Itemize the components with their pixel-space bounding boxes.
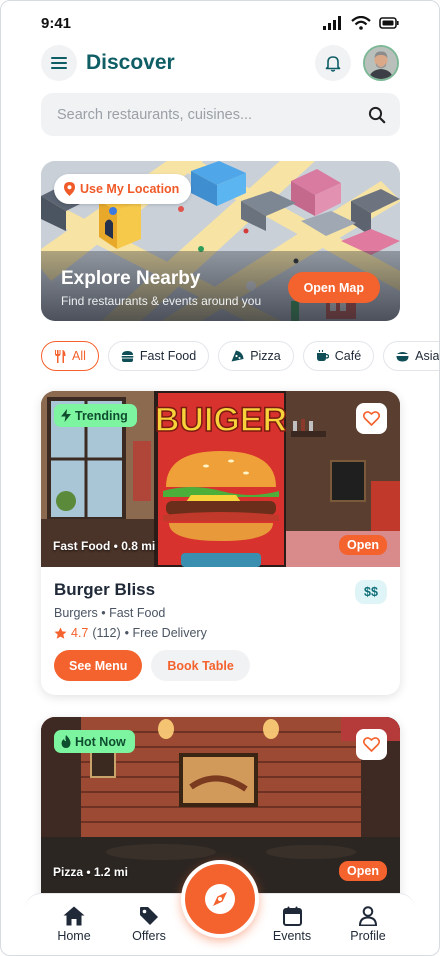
tag-icon xyxy=(140,907,158,925)
app-frame: 9:41 Discover Search restaurants, cuisin… xyxy=(0,0,440,956)
badge-label: Trending xyxy=(75,408,128,423)
star-icon xyxy=(54,627,67,639)
category-chips: All Fast Food Pizza Café Asian xyxy=(41,341,439,371)
nav-offers[interactable]: Offers xyxy=(119,906,179,943)
nav-label: Offers xyxy=(132,929,166,943)
svg-text:BUIGER: BUIGER xyxy=(155,401,287,439)
location-pin-icon xyxy=(64,182,75,196)
flame-icon xyxy=(61,735,71,748)
use-location-label: Use My Location xyxy=(80,182,180,196)
review-count: (112) xyxy=(92,626,121,640)
utensils-icon xyxy=(55,349,66,363)
app-header: Discover xyxy=(41,43,399,83)
status-bar: 9:41 xyxy=(41,11,399,35)
price-badge: $$ xyxy=(355,580,387,604)
rating-value: 4.7 xyxy=(71,626,89,640)
status-time: 9:41 xyxy=(41,14,72,32)
explore-map-card[interactable]: Use My Location Explore Nearby Find rest… xyxy=(41,161,400,321)
chip-all[interactable]: All xyxy=(41,341,99,371)
heart-icon xyxy=(363,737,380,752)
burger-icon xyxy=(121,350,134,362)
nav-home[interactable]: Home xyxy=(44,906,104,943)
chip-label: All xyxy=(72,349,86,363)
chip-label: Pizza xyxy=(250,349,281,363)
hot-now-badge: Hot Now xyxy=(54,730,135,753)
explore-subtitle: Find restaurants & events around you xyxy=(61,294,262,308)
bolt-icon xyxy=(61,409,71,422)
open-map-button[interactable]: Open Map xyxy=(287,272,380,303)
chip-asian[interactable]: Asian xyxy=(383,341,439,371)
use-location-button[interactable]: Use My Location xyxy=(54,174,192,204)
chip-pizza[interactable]: Pizza xyxy=(218,341,294,371)
coffee-icon xyxy=(316,350,329,361)
pizza-icon xyxy=(231,350,244,362)
trending-badge: Trending xyxy=(54,404,137,427)
notifications-button[interactable] xyxy=(315,45,351,81)
restaurant-name: Burger Bliss xyxy=(54,580,156,599)
bell-icon xyxy=(325,55,341,72)
battery-icon xyxy=(379,17,399,29)
wifi-icon xyxy=(351,16,371,30)
restaurant-meta: Fast Food • 0.8 mi xyxy=(53,539,156,553)
badge-label: Hot Now xyxy=(75,734,126,749)
restaurant-meta: Pizza • 1.2 mi xyxy=(53,865,128,879)
restaurant-info: Burger Bliss $$ Burgers • Fast Food 4.7 … xyxy=(41,567,400,695)
nav-label: Profile xyxy=(350,929,386,943)
see-menu-button[interactable]: See Menu xyxy=(54,650,143,681)
delivery-info: • Free Delivery xyxy=(124,626,207,640)
page-title: Discover xyxy=(86,51,175,74)
restaurant-cuisine: Burgers • Fast Food xyxy=(54,606,166,620)
nav-events[interactable]: Events xyxy=(262,906,322,943)
hamburger-icon xyxy=(51,57,67,69)
compass-icon xyxy=(205,884,235,914)
nav-label: Events xyxy=(272,929,312,943)
chip-label: Asian xyxy=(415,349,439,363)
search-bar xyxy=(41,93,400,136)
chip-fast-food[interactable]: Fast Food xyxy=(107,341,210,371)
restaurant-card[interactable]: BUIGER Trending Fast Food • 0.8 mi Open … xyxy=(41,391,400,695)
favorite-button[interactable] xyxy=(356,729,387,760)
avatar-image xyxy=(365,47,397,79)
search-icon[interactable] xyxy=(368,106,386,124)
open-status-badge: Open xyxy=(339,861,387,881)
restaurant-photo: BUIGER Trending Fast Food • 0.8 mi Open xyxy=(41,391,400,567)
chip-cafe[interactable]: Café xyxy=(302,341,375,371)
card-actions: See Menu Book Table xyxy=(54,650,387,681)
heart-icon xyxy=(363,411,380,426)
system-icons xyxy=(323,16,399,30)
restaurant-rating: 4.7 (112) • Free Delivery xyxy=(54,626,387,640)
menu-button[interactable] xyxy=(41,45,77,81)
search-input[interactable] xyxy=(57,106,368,123)
open-status-badge: Open xyxy=(339,535,387,555)
book-table-button[interactable]: Book Table xyxy=(151,650,250,681)
nav-profile[interactable]: Profile xyxy=(338,906,398,943)
user-icon xyxy=(359,906,377,926)
explore-title: Explore Nearby xyxy=(61,268,201,289)
chip-label: Café xyxy=(334,349,362,363)
calendar-icon xyxy=(282,906,302,926)
chip-label: Fast Food xyxy=(139,349,197,363)
home-icon xyxy=(63,906,85,926)
nav-label: Home xyxy=(57,929,91,943)
favorite-button[interactable] xyxy=(356,403,387,434)
signal-icon xyxy=(323,16,341,30)
bowl-icon xyxy=(396,352,409,362)
explore-fab-button[interactable] xyxy=(181,860,259,938)
avatar[interactable] xyxy=(363,45,399,81)
